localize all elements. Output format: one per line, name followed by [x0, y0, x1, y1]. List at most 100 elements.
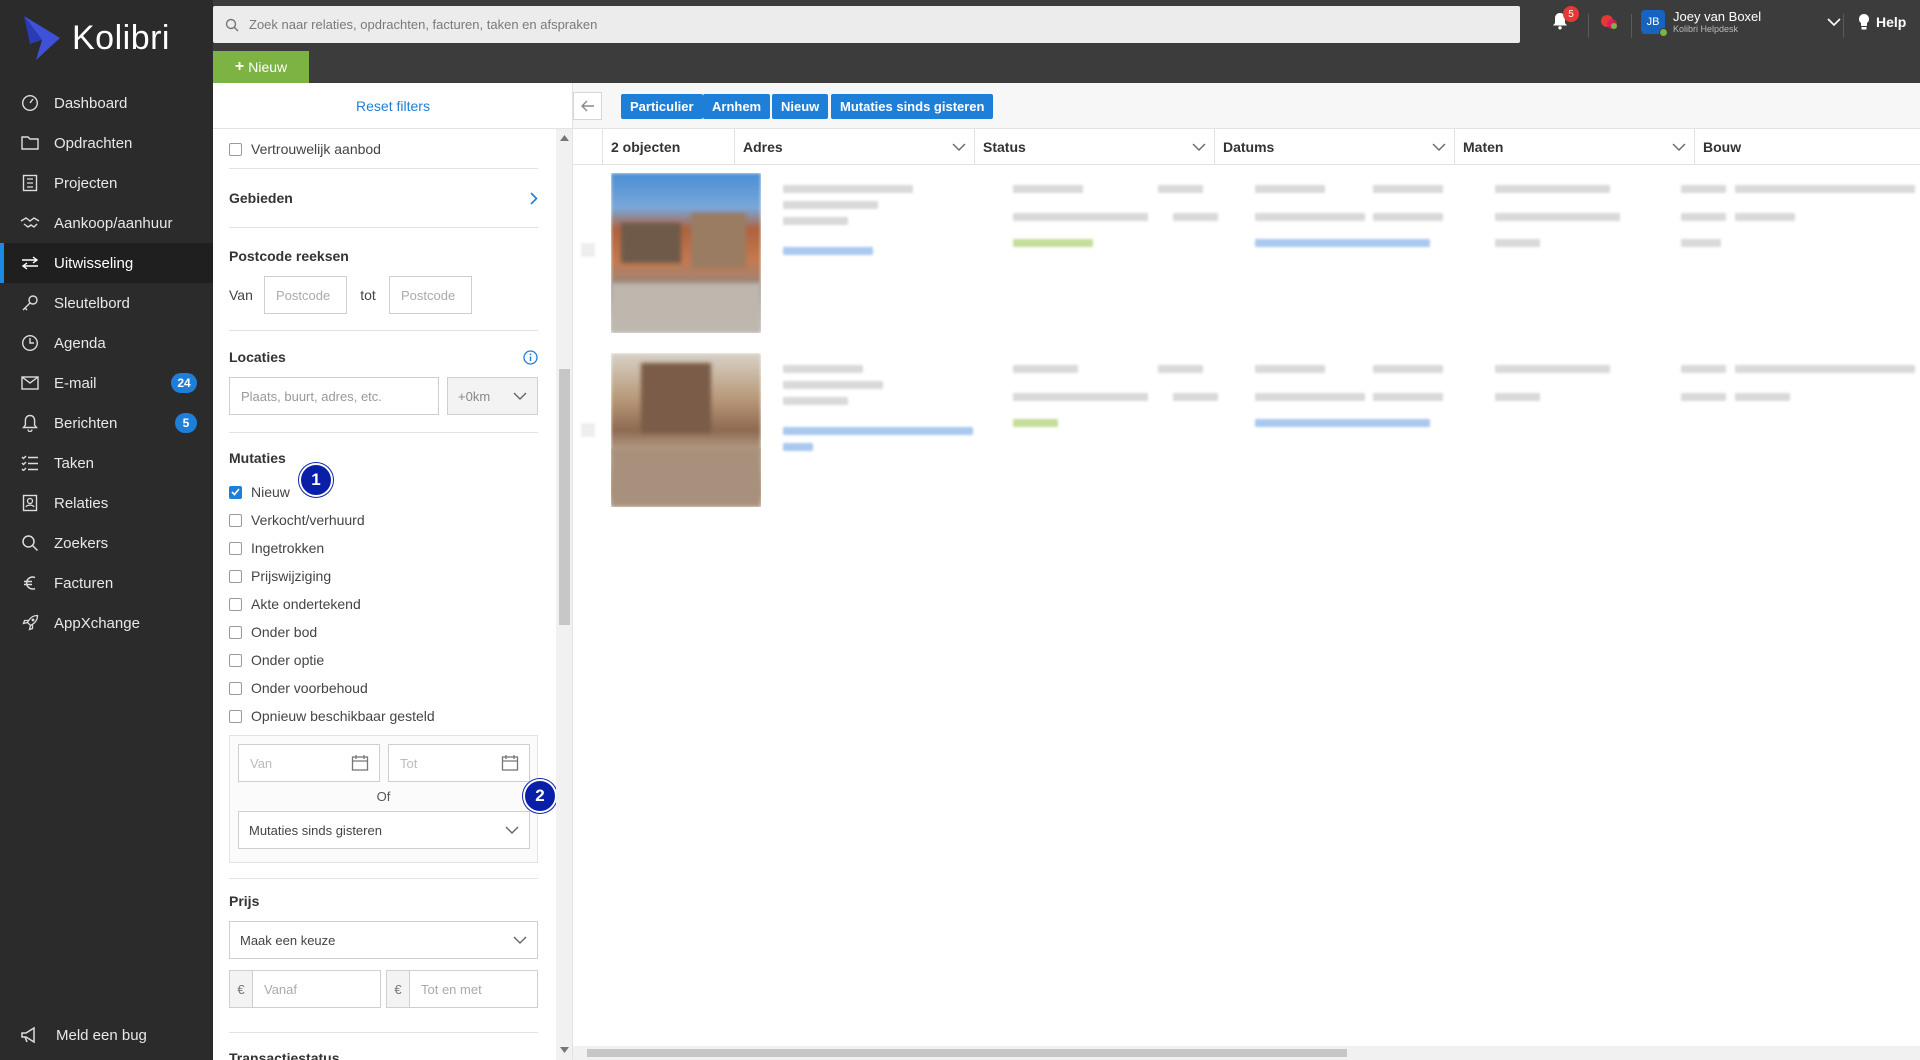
table-row[interactable]: [573, 353, 1920, 523]
location-input[interactable]: Plaats, buurt, adres, etc.: [229, 377, 439, 415]
column-label: Adres: [743, 139, 783, 155]
chevron-down-icon: [505, 826, 519, 834]
sidebar-item-appxchange[interactable]: AppXchange: [0, 603, 213, 643]
sidebar-item-taken[interactable]: Taken: [0, 443, 213, 483]
mutation-period-value: Mutaties sinds gisteren: [249, 822, 382, 838]
report-bug-link[interactable]: Meld een bug: [20, 1026, 147, 1044]
confidential-offer-checkbox[interactable]: Vertrouwelijk aanbod: [229, 138, 538, 160]
postcode-to-input[interactable]: Postcode: [389, 276, 472, 314]
info-icon[interactable]: [523, 349, 538, 365]
mutation-checkbox-verkocht-verhuurd[interactable]: Verkocht/verhuurd: [229, 506, 538, 534]
status-button[interactable]: [1599, 13, 1619, 31]
sidebar-item-relaties[interactable]: Relaties: [0, 483, 213, 523]
scroll-down-icon[interactable]: [560, 1047, 569, 1053]
scrollbar-thumb[interactable]: [559, 369, 570, 625]
chevron-down-icon: [1827, 17, 1841, 26]
help-button[interactable]: Help: [1858, 13, 1906, 31]
filter-chip[interactable]: Particulier: [621, 94, 703, 119]
column-header-sizes[interactable]: Maten: [1454, 129, 1694, 165]
filter-chip[interactable]: Arnhem: [703, 94, 771, 119]
blurred-link[interactable]: [783, 247, 873, 255]
step-marker-1: 1: [299, 463, 333, 497]
filter-chip[interactable]: Mutaties sinds gisteren: [831, 94, 994, 119]
mutation-checkbox-opnieuw-beschikbaar-gesteld[interactable]: Opnieuw beschikbaar gesteld: [229, 702, 538, 730]
postcode-from-input[interactable]: Postcode: [264, 276, 347, 314]
sidebar-item-sleutelbord[interactable]: Sleutelbord: [0, 283, 213, 323]
checkbox[interactable]: [229, 541, 242, 555]
sidebar-item-agenda[interactable]: Agenda: [0, 323, 213, 363]
checkbox[interactable]: [229, 681, 242, 695]
blurred-text: [1255, 213, 1365, 221]
user-menu[interactable]: JB Joey van Boxel Kolibri Helpdesk: [1641, 10, 1841, 37]
reset-filters-link[interactable]: Reset filters: [213, 83, 572, 129]
new-button[interactable]: + Nieuw: [213, 51, 309, 83]
mutation-checkbox-ingetrokken[interactable]: Ingetrokken: [229, 534, 538, 562]
blurred-link[interactable]: [783, 443, 813, 451]
kolibri-logo[interactable]: Kolibri: [22, 14, 170, 62]
row-select-checkbox[interactable]: [581, 243, 595, 257]
mutation-checkbox-onder-bod[interactable]: Onder bod: [229, 618, 538, 646]
date-from-input[interactable]: Van: [238, 744, 380, 782]
filter-chip[interactable]: Nieuw: [772, 94, 829, 119]
sidebar-item-berichten[interactable]: Berichten 5: [0, 403, 213, 443]
blurred-text: [1173, 213, 1218, 221]
checkbox[interactable]: [229, 569, 242, 583]
sidebar-item-uitwisseling[interactable]: Uitwisseling: [0, 243, 213, 283]
blurred-text: [1255, 185, 1325, 193]
price-from-input[interactable]: Vanaf: [253, 970, 381, 1008]
mutation-checkbox-nieuw[interactable]: Nieuw: [229, 478, 538, 506]
areas-section[interactable]: Gebieden: [229, 188, 538, 208]
column-header-address[interactable]: Adres: [734, 129, 974, 165]
checkbox[interactable]: [229, 653, 242, 667]
sidebar-item-projecten[interactable]: Projecten: [0, 163, 213, 203]
table-row[interactable]: [573, 173, 1920, 343]
sidebar-item-opdrachten[interactable]: Opdrachten: [0, 123, 213, 163]
mutation-checkbox-onder-optie[interactable]: Onder optie: [229, 646, 538, 674]
checkbox[interactable]: [229, 709, 242, 723]
mutation-checkbox-onder-voorbehoud[interactable]: Onder voorbehoud: [229, 674, 538, 702]
sidebar-item-zoekers[interactable]: Zoekers: [0, 523, 213, 563]
column-label: Maten: [1463, 139, 1504, 155]
column-header-status[interactable]: Status: [974, 129, 1214, 165]
search-input[interactable]: [249, 17, 1449, 32]
currency-symbol: €: [386, 970, 410, 1008]
mutations-title: Mutaties: [229, 450, 286, 466]
blurred-link[interactable]: [783, 427, 973, 435]
scroll-up-icon[interactable]: [560, 135, 569, 141]
status-icon: [1601, 15, 1617, 29]
checkbox[interactable]: [229, 513, 242, 527]
checkbox[interactable]: [229, 597, 242, 611]
price-choice-select[interactable]: Maak een keuze: [229, 921, 538, 959]
column-label: Status: [983, 139, 1026, 155]
scrollbar-thumb[interactable]: [587, 1049, 1347, 1057]
price-to-input[interactable]: Tot en met: [410, 970, 538, 1008]
property-photo[interactable]: [611, 173, 761, 333]
sidebar-item-facturen[interactable]: Facturen: [0, 563, 213, 603]
sidebar-item-label: E-mail: [54, 374, 97, 392]
checkbox[interactable]: [229, 142, 242, 156]
sidebar-item-dashboard[interactable]: Dashboard: [0, 83, 213, 123]
date-to-input[interactable]: Tot: [388, 744, 530, 782]
price-to-placeholder: Tot en met: [421, 981, 482, 997]
mutation-checkbox-prijswijziging[interactable]: Prijswijziging: [229, 562, 538, 590]
radius-select[interactable]: +0km: [447, 377, 538, 415]
sidebar-item-aankoop-aanhuur[interactable]: Aankoop/aanhuur: [0, 203, 213, 243]
blurred-text: [1013, 393, 1148, 401]
mutation-period-select[interactable]: Mutaties sinds gisteren: [238, 811, 530, 849]
mutation-checkbox-akte-ondertekend[interactable]: Akte ondertekend: [229, 590, 538, 618]
global-search[interactable]: [213, 6, 1520, 43]
results-horizontal-scrollbar[interactable]: [573, 1046, 1920, 1060]
step-marker-2: 2: [523, 779, 557, 813]
blurred-link[interactable]: [1255, 419, 1430, 427]
column-header-dates[interactable]: Datums: [1214, 129, 1454, 165]
collapse-filters-button[interactable]: [573, 92, 602, 120]
checkbox[interactable]: [229, 625, 242, 639]
column-header-build[interactable]: Bouw: [1694, 129, 1920, 165]
blurred-text: [783, 201, 878, 209]
property-photo[interactable]: [611, 353, 761, 507]
checkbox[interactable]: [229, 485, 242, 499]
row-select-checkbox[interactable]: [581, 423, 595, 437]
filter-scrollbar[interactable]: [556, 129, 572, 1060]
blurred-link[interactable]: [1255, 239, 1430, 247]
sidebar-item-e-mail[interactable]: E-mail 24: [0, 363, 213, 403]
